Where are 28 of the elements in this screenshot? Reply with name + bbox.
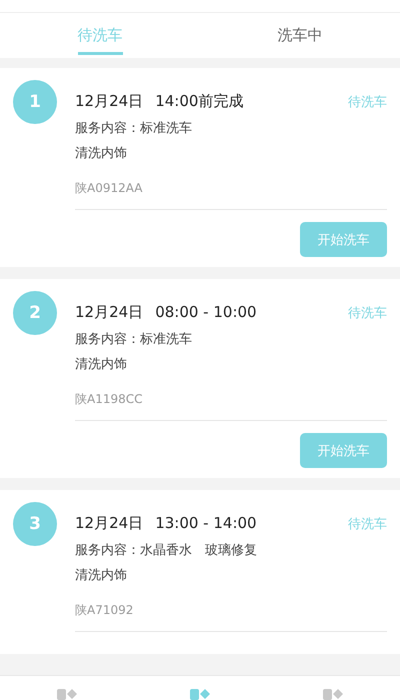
- order-date: 12月24日: [75, 92, 144, 111]
- license-plate: 陕A0912AA: [75, 180, 387, 210]
- extra-service: 清洗内饰: [75, 567, 128, 584]
- order-date: 12月24日: [75, 303, 144, 322]
- order-status: 待洗车: [348, 516, 387, 532]
- license-plate: 陕A1198CC: [75, 391, 387, 421]
- nav-icon[interactable]: [188, 687, 211, 700]
- order-status: 待洗车: [348, 304, 387, 322]
- start-wash-button[interactable]: 开始洗车: [300, 433, 387, 468]
- service-content: 服务内容：水晶香水 玻璃修复: [75, 542, 258, 559]
- order-number-badge: 3: [13, 502, 57, 546]
- nav-icon[interactable]: [56, 687, 78, 700]
- extra-service: 清洗内饰: [75, 356, 128, 373]
- order-status: 待洗车: [348, 94, 387, 110]
- order-number-badge: 1: [13, 80, 57, 124]
- start-wash-button[interactable]: 开始洗车: [300, 222, 387, 257]
- license-plate: 陕A71092: [75, 602, 387, 632]
- order-time: 14:00前完成: [155, 92, 244, 111]
- order-number-badge: 2: [13, 291, 57, 335]
- order-date: 12月24日: [75, 514, 144, 533]
- tab[interactable]: 待洗车: [78, 16, 122, 54]
- order-time: 13:00 - 14:00: [155, 514, 257, 533]
- service-content: 服务内容：标准洗车: [75, 120, 193, 137]
- nav-icon[interactable]: [322, 687, 344, 700]
- order-time: 08:00 - 10:00: [155, 303, 257, 322]
- service-content: 服务内容：标准洗车: [75, 331, 193, 348]
- tab[interactable]: 洗车中: [278, 16, 322, 54]
- extra-service: 清洗内饰: [75, 145, 128, 162]
